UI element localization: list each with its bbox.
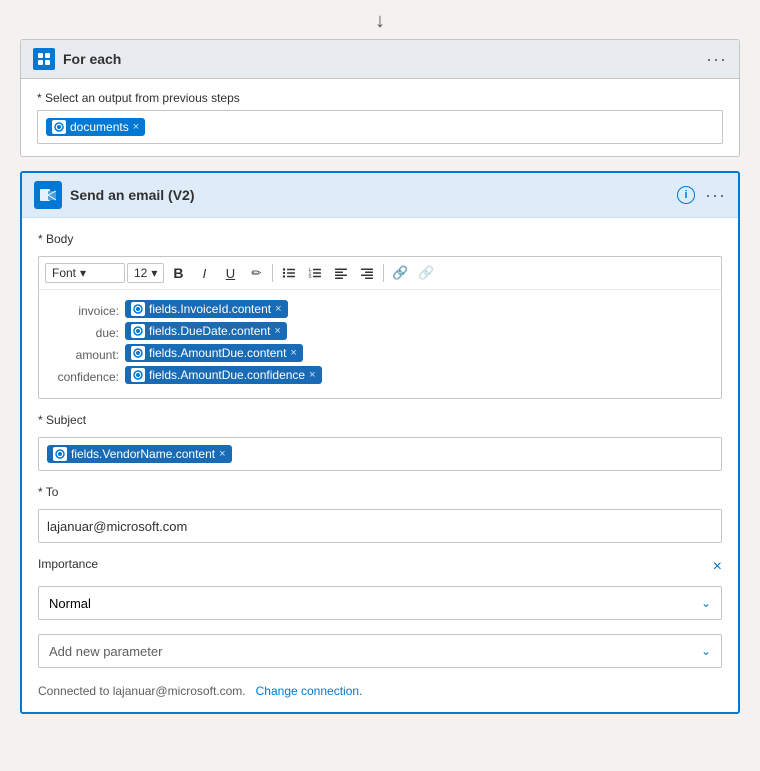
font-select[interactable]: Font ▾ <box>45 263 125 283</box>
importance-label-row: Importance × <box>38 557 722 576</box>
italic-button[interactable]: I <box>192 261 216 285</box>
ordered-list-button[interactable]: 1. 2. 3. <box>303 261 327 285</box>
toolbar-divider-2 <box>383 264 384 282</box>
documents-token-icon <box>52 120 66 134</box>
subject-token-icon <box>53 447 67 461</box>
amount-row: amount: fields.AmountDue.content × <box>51 344 709 362</box>
font-size-arrow: ▾ <box>151 266 157 280</box>
subject-field: * Subject fields.VendorName.content × <box>38 413 722 471</box>
for-each-menu-button[interactable]: ··· <box>706 49 727 70</box>
subject-input[interactable]: fields.VendorName.content × <box>38 437 722 471</box>
due-token: fields.DueDate.content × <box>125 322 287 340</box>
amount-token-remove[interactable]: × <box>290 347 296 359</box>
confidence-token: fields.AmountDue.confidence × <box>125 366 322 384</box>
invoice-token: fields.InvoiceId.content × <box>125 300 288 318</box>
subject-token-remove[interactable]: × <box>219 448 225 460</box>
add-parameter-button[interactable]: Add new parameter ⌄ <box>38 634 722 668</box>
to-label: * To <box>38 485 722 499</box>
body-label: * Body <box>38 232 722 246</box>
invoice-label: invoice: <box>51 300 119 318</box>
documents-token-text: documents <box>70 120 129 134</box>
to-field: * To <box>38 485 722 543</box>
connected-text-row: Connected to lajanuar@microsoft.com. Cha… <box>38 684 722 698</box>
invoice-token-icon <box>131 302 145 316</box>
amount-token-text: fields.AmountDue.content <box>149 346 286 360</box>
unordered-list-button[interactable] <box>277 261 301 285</box>
body-field: * Body Font ▾ 12 ▾ B I U <box>38 232 722 399</box>
for-each-icon <box>33 48 55 70</box>
to-input[interactable] <box>38 509 722 543</box>
select-output-input[interactable]: documents × <box>37 110 723 144</box>
link-button[interactable]: 🔗 <box>388 261 412 285</box>
importance-label: Importance <box>38 557 98 571</box>
info-icon[interactable]: i <box>677 186 695 204</box>
send-email-header-right: i ··· <box>677 185 726 206</box>
invoice-row: invoice: fields.InvoiceId.content × <box>51 300 709 318</box>
subject-token: fields.VendorName.content × <box>47 445 232 463</box>
due-token-text: fields.DueDate.content <box>149 324 270 338</box>
bold-button[interactable]: B <box>166 261 190 285</box>
send-email-menu-button[interactable]: ··· <box>705 185 726 206</box>
font-size-select[interactable]: 12 ▾ <box>127 263 164 283</box>
toolbar-divider-1 <box>272 264 273 282</box>
for-each-block: For each ··· * Select an output from pre… <box>20 39 740 157</box>
confidence-token-text: fields.AmountDue.confidence <box>149 368 305 382</box>
documents-token: documents × <box>46 118 145 136</box>
font-select-label: Font <box>52 266 76 280</box>
unlink-button[interactable]: 🔗 <box>414 261 438 285</box>
underline-button[interactable]: U <box>218 261 242 285</box>
importance-close-button[interactable]: × <box>713 558 722 576</box>
due-row: due: fields.DueDate.content × <box>51 322 709 340</box>
due-token-icon <box>131 324 145 338</box>
pen-button[interactable]: ✏ <box>244 261 268 285</box>
confidence-token-remove[interactable]: × <box>309 369 315 381</box>
invoice-token-remove[interactable]: × <box>275 303 281 315</box>
send-email-title: Send an email (V2) <box>70 187 194 203</box>
body-editor: Font ▾ 12 ▾ B I U ✏ <box>38 256 722 399</box>
body-toolbar: Font ▾ 12 ▾ B I U ✏ <box>39 257 721 290</box>
due-label: due: <box>51 322 119 340</box>
align-right-button[interactable] <box>355 261 379 285</box>
confidence-token-icon <box>131 368 145 382</box>
amount-token-icon <box>131 346 145 360</box>
outlook-icon <box>34 181 62 209</box>
add-param-chevron-icon: ⌄ <box>701 644 711 658</box>
select-output-label: * Select an output from previous steps <box>37 91 723 105</box>
font-select-arrow: ▾ <box>80 266 86 280</box>
importance-dropdown[interactable]: Normal ⌄ <box>38 586 722 620</box>
due-token-remove[interactable]: × <box>274 325 280 337</box>
send-email-header: Send an email (V2) i ··· <box>22 173 738 218</box>
send-email-body: * Body Font ▾ 12 ▾ B I U <box>22 218 738 712</box>
subject-token-text: fields.VendorName.content <box>71 447 215 461</box>
send-email-block: Send an email (V2) i ··· * Body Font ▾ <box>20 171 740 714</box>
send-email-header-left: Send an email (V2) <box>34 181 194 209</box>
change-connection-link[interactable]: Change connection. <box>256 684 363 698</box>
add-param-label: Add new parameter <box>49 644 162 659</box>
invoice-token-text: fields.InvoiceId.content <box>149 302 271 316</box>
svg-text:3.: 3. <box>309 274 313 279</box>
documents-token-remove[interactable]: × <box>133 121 139 133</box>
confidence-row: confidence: fields.AmountDue.confidence <box>51 366 709 384</box>
importance-field: Importance × Normal ⌄ <box>38 557 722 620</box>
for-each-header-left: For each <box>33 48 121 70</box>
editor-content[interactable]: invoice: fields.InvoiceId.content × <box>39 290 721 398</box>
confidence-label: confidence: <box>51 366 119 384</box>
subject-label: * Subject <box>38 413 722 427</box>
for-each-header: For each ··· <box>21 40 739 79</box>
down-arrow-icon: ↓ <box>375 10 385 33</box>
for-each-body: * Select an output from previous steps d… <box>21 79 739 156</box>
align-left-button[interactable] <box>329 261 353 285</box>
for-each-title: For each <box>63 51 121 67</box>
amount-label: amount: <box>51 344 119 362</box>
importance-value: Normal <box>49 596 91 611</box>
amount-token: fields.AmountDue.content × <box>125 344 303 362</box>
importance-chevron-icon: ⌄ <box>701 596 711 610</box>
font-size-value: 12 <box>134 266 147 280</box>
connected-info: Connected to lajanuar@microsoft.com. <box>38 684 246 698</box>
